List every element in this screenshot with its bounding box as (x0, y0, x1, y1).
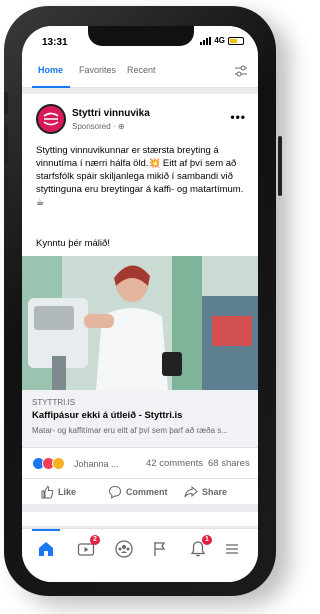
phone-screen: 13:31 4G Home Favorites Recent Styttri v… (22, 26, 258, 582)
link-domain: STYTTRI.IS (32, 398, 76, 407)
status-time: 13:31 (42, 37, 68, 48)
tab-favorites[interactable]: Favorites (79, 65, 116, 75)
volume-up-button (4, 124, 8, 164)
sad-reaction-icon (52, 457, 65, 470)
filter-icon[interactable] (234, 64, 248, 78)
like-label: Like (58, 487, 77, 497)
comment-icon (108, 485, 122, 499)
nav-pages[interactable] (150, 539, 170, 559)
next-post-preview (22, 512, 258, 526)
network-label: 4G (214, 36, 225, 45)
signal-icon (200, 36, 212, 45)
like-button[interactable]: Like (40, 485, 76, 499)
more-options-icon[interactable]: ••• (230, 110, 246, 124)
comment-label: Comment (126, 487, 168, 497)
sponsored-text: Sponsored · (72, 122, 116, 131)
post-body: Stytting vinnuvikunnar er stærsta breyti… (36, 145, 244, 208)
flag-icon (154, 542, 166, 556)
sponsored-label: Sponsored · ⊕ (72, 122, 125, 131)
battery-icon (228, 36, 244, 45)
nav-groups[interactable] (114, 539, 134, 559)
nurse-photo (22, 256, 258, 390)
status-indicators: 4G (200, 36, 244, 45)
hamburger-menu-icon (226, 544, 238, 554)
phone-frame: 13:31 4G Home Favorites Recent Styttri v… (4, 6, 282, 596)
tab-recent[interactable]: Recent (127, 65, 156, 75)
notifications-badge: 1 (202, 535, 212, 545)
nav-home[interactable] (36, 539, 56, 559)
share-count[interactable]: 68 shares (208, 458, 250, 469)
reactions-summary[interactable]: Johanna ... 42 comments 68 shares (22, 454, 258, 476)
share-button[interactable]: Share (184, 485, 227, 499)
watch-badge: 2 (90, 535, 100, 545)
page-avatar[interactable] (36, 104, 66, 134)
bottom-navigation: 2 1 (22, 528, 258, 582)
comment-button[interactable]: Comment (108, 485, 168, 499)
notch (88, 26, 194, 46)
nav-notifications[interactable]: 1 (188, 535, 212, 559)
reaction-icons (32, 457, 65, 470)
link-title[interactable]: Kaffipásur ekki á útleið - Styttri.is (32, 410, 182, 421)
sponsored-post: Styttri vinnuvika Sponsored · ⊕ ••• Styt… (22, 94, 258, 504)
share-label: Share (202, 487, 228, 497)
home-icon (39, 542, 53, 556)
link-preview[interactable]: STYTTRI.IS Kaffipásur ekki á útleið - St… (22, 390, 258, 448)
power-button (278, 136, 282, 196)
share-arrow-icon (184, 485, 198, 498)
reactor-names[interactable]: Johanna ... (74, 459, 119, 469)
page-name[interactable]: Styttri vinnuvika (72, 108, 150, 119)
link-description: Matar- og kaffitímar eru eitt af því sem… (32, 426, 228, 435)
post-image[interactable] (22, 256, 258, 390)
active-nav-indicator (32, 529, 60, 531)
page-logo-icon (41, 109, 61, 129)
groups-icon (115, 540, 133, 558)
mute-switch (4, 92, 8, 114)
nav-menu[interactable] (222, 539, 242, 559)
tab-home[interactable]: Home (38, 65, 63, 75)
volume-down-button (4, 170, 8, 210)
thumbs-up-icon (41, 485, 54, 499)
comment-count[interactable]: 42 comments (146, 458, 203, 469)
nav-watch[interactable]: 2 (76, 535, 100, 559)
active-tab-indicator (32, 86, 70, 88)
feed-tabs: Home Favorites Recent (22, 54, 258, 88)
post-actions: Like Comment Share (22, 478, 258, 504)
post-body-cta: Kynntu þér málið! (36, 238, 110, 249)
globe-icon: ⊕ (117, 122, 125, 131)
